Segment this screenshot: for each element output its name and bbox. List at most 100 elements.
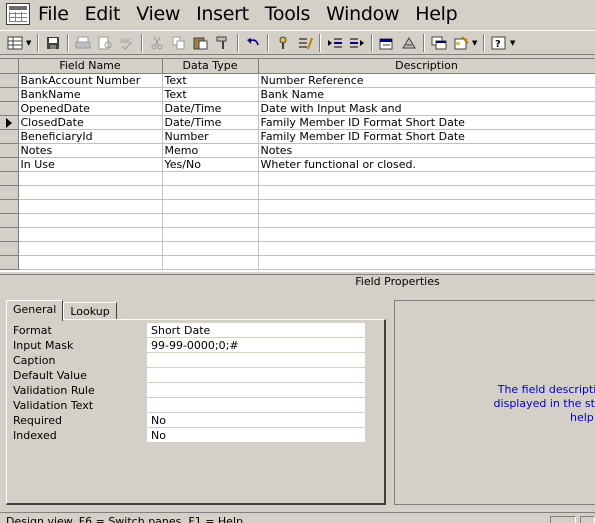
new-object-icon[interactable]	[450, 33, 472, 53]
indexes-icon[interactable]	[294, 33, 316, 53]
menu-window[interactable]: Window	[326, 3, 399, 25]
paste-icon[interactable]	[190, 33, 212, 53]
property-value-field[interactable]: 99-99-0000;0;#	[147, 338, 365, 353]
field-name-cell[interactable]	[18, 185, 163, 200]
field-name-cell[interactable]: Notes	[18, 143, 163, 158]
table-row[interactable]	[0, 213, 595, 228]
menu-file[interactable]: File	[38, 3, 69, 25]
data-type-cell[interactable]: Text	[162, 73, 259, 88]
table-design-icon[interactable]	[6, 3, 30, 25]
description-cell[interactable]	[258, 199, 595, 214]
column-header-description[interactable]: Description	[258, 59, 595, 74]
description-cell[interactable]	[258, 227, 595, 242]
field-name-cell[interactable]: BankName	[18, 87, 163, 102]
data-type-cell[interactable]: Text	[162, 87, 259, 102]
table-row[interactable]	[0, 199, 595, 214]
row-selector[interactable]	[0, 227, 19, 242]
property-value-field[interactable]	[147, 353, 365, 368]
field-name-cell[interactable]	[18, 199, 163, 214]
description-cell[interactable]: Family Member ID Format Short Date	[258, 129, 595, 144]
description-cell[interactable]	[258, 213, 595, 228]
data-type-cell[interactable]	[162, 213, 259, 228]
table-row[interactable]	[0, 241, 595, 256]
tab-general[interactable]: General	[6, 300, 64, 321]
data-type-cell[interactable]	[162, 185, 259, 200]
property-value-field[interactable]	[147, 383, 365, 398]
table-row[interactable]: Notes Memo Notes	[0, 143, 595, 158]
row-selector[interactable]	[0, 171, 19, 186]
insert-rows-icon[interactable]	[324, 33, 346, 53]
field-name-cell[interactable]	[18, 241, 163, 256]
data-type-cell[interactable]: Yes/No	[162, 157, 259, 172]
copy-icon[interactable]	[168, 33, 190, 53]
field-name-cell[interactable]	[18, 213, 163, 228]
cut-icon[interactable]	[146, 33, 168, 53]
row-selector[interactable]	[0, 101, 19, 116]
row-selector[interactable]	[0, 115, 19, 130]
delete-rows-icon[interactable]	[346, 33, 368, 53]
row-selector[interactable]	[0, 87, 19, 102]
table-row[interactable]: BeneficiaryId Number Family Member ID Form…	[0, 129, 595, 144]
data-type-cell[interactable]	[162, 255, 259, 270]
spelling-icon[interactable]: ABC	[116, 33, 138, 53]
view-icon[interactable]	[4, 33, 26, 53]
row-selector[interactable]	[0, 241, 19, 256]
row-selector[interactable]	[0, 213, 19, 228]
data-type-cell[interactable]: Number	[162, 129, 259, 144]
table-row[interactable]	[0, 185, 595, 200]
table-row[interactable]: OpenedDate Date/Time Date with Input Mask …	[0, 101, 595, 116]
description-cell[interactable]: Notes	[258, 143, 595, 158]
description-cell[interactable]	[258, 171, 595, 186]
property-value-field[interactable]: Short Date	[147, 323, 365, 338]
help-icon[interactable]: ?	[488, 33, 510, 53]
row-selector[interactable]	[0, 255, 19, 270]
print-icon[interactable]	[72, 33, 94, 53]
description-cell[interactable]: Bank Name	[258, 87, 595, 102]
row-selector[interactable]	[0, 157, 19, 172]
properties-icon[interactable]	[376, 33, 398, 53]
view-dropdown-icon[interactable]: ▼	[26, 39, 34, 47]
description-cell[interactable]: Date with Input Mask and	[258, 101, 595, 116]
field-name-cell[interactable]	[18, 171, 163, 186]
data-type-cell[interactable]	[162, 241, 259, 256]
description-cell[interactable]	[258, 241, 595, 256]
column-header-data-type[interactable]: Data Type	[162, 59, 259, 74]
table-row[interactable]	[0, 227, 595, 242]
menu-tools[interactable]: Tools	[265, 3, 311, 25]
row-selector[interactable]	[0, 73, 19, 88]
description-cell[interactable]: Wheter functional or closed.	[258, 157, 595, 172]
menu-insert[interactable]: Insert	[196, 3, 249, 25]
table-row[interactable]: BankAccount Number Text Number Reference	[0, 73, 595, 88]
row-selector[interactable]	[0, 185, 19, 200]
description-cell[interactable]: Number Reference	[258, 73, 595, 88]
property-value-field[interactable]: No	[147, 413, 365, 428]
help-dropdown-icon[interactable]: ▼	[510, 39, 518, 47]
data-type-cell[interactable]: Memo	[162, 143, 259, 158]
data-type-cell[interactable]	[162, 171, 259, 186]
table-row[interactable]: ClosedDate Date/Time Family Member ID Form…	[0, 115, 595, 130]
field-name-cell[interactable]: OpenedDate	[18, 101, 163, 116]
table-row[interactable]	[0, 255, 595, 270]
description-cell[interactable]	[258, 255, 595, 270]
field-name-cell[interactable]	[18, 255, 163, 270]
field-name-cell[interactable]	[18, 227, 163, 242]
row-selector-header[interactable]	[0, 59, 19, 74]
format-painter-icon[interactable]	[212, 33, 234, 53]
save-icon[interactable]	[42, 33, 64, 53]
menu-help[interactable]: Help	[415, 3, 457, 25]
row-selector[interactable]	[0, 143, 19, 158]
field-name-cell[interactable]: BankAccount Number	[18, 73, 163, 88]
table-row[interactable]: BankName Text Bank Name	[0, 87, 595, 102]
row-selector[interactable]	[0, 199, 19, 214]
field-name-cell[interactable]: In Use	[18, 157, 163, 172]
description-cell[interactable]: Family Member ID Format Short Date	[258, 115, 595, 130]
menu-view[interactable]: View	[136, 3, 180, 25]
field-name-cell[interactable]: BeneficiaryId	[18, 129, 163, 144]
description-cell[interactable]	[258, 185, 595, 200]
table-row[interactable]: In Use Yes/No Wheter functional or closed.	[0, 157, 595, 172]
build-icon[interactable]	[398, 33, 420, 53]
data-type-cell[interactable]: Date/Time	[162, 101, 259, 116]
property-value-field[interactable]	[147, 398, 365, 413]
property-value-field[interactable]	[147, 368, 365, 383]
column-header-field-name[interactable]: Field Name	[18, 59, 163, 74]
